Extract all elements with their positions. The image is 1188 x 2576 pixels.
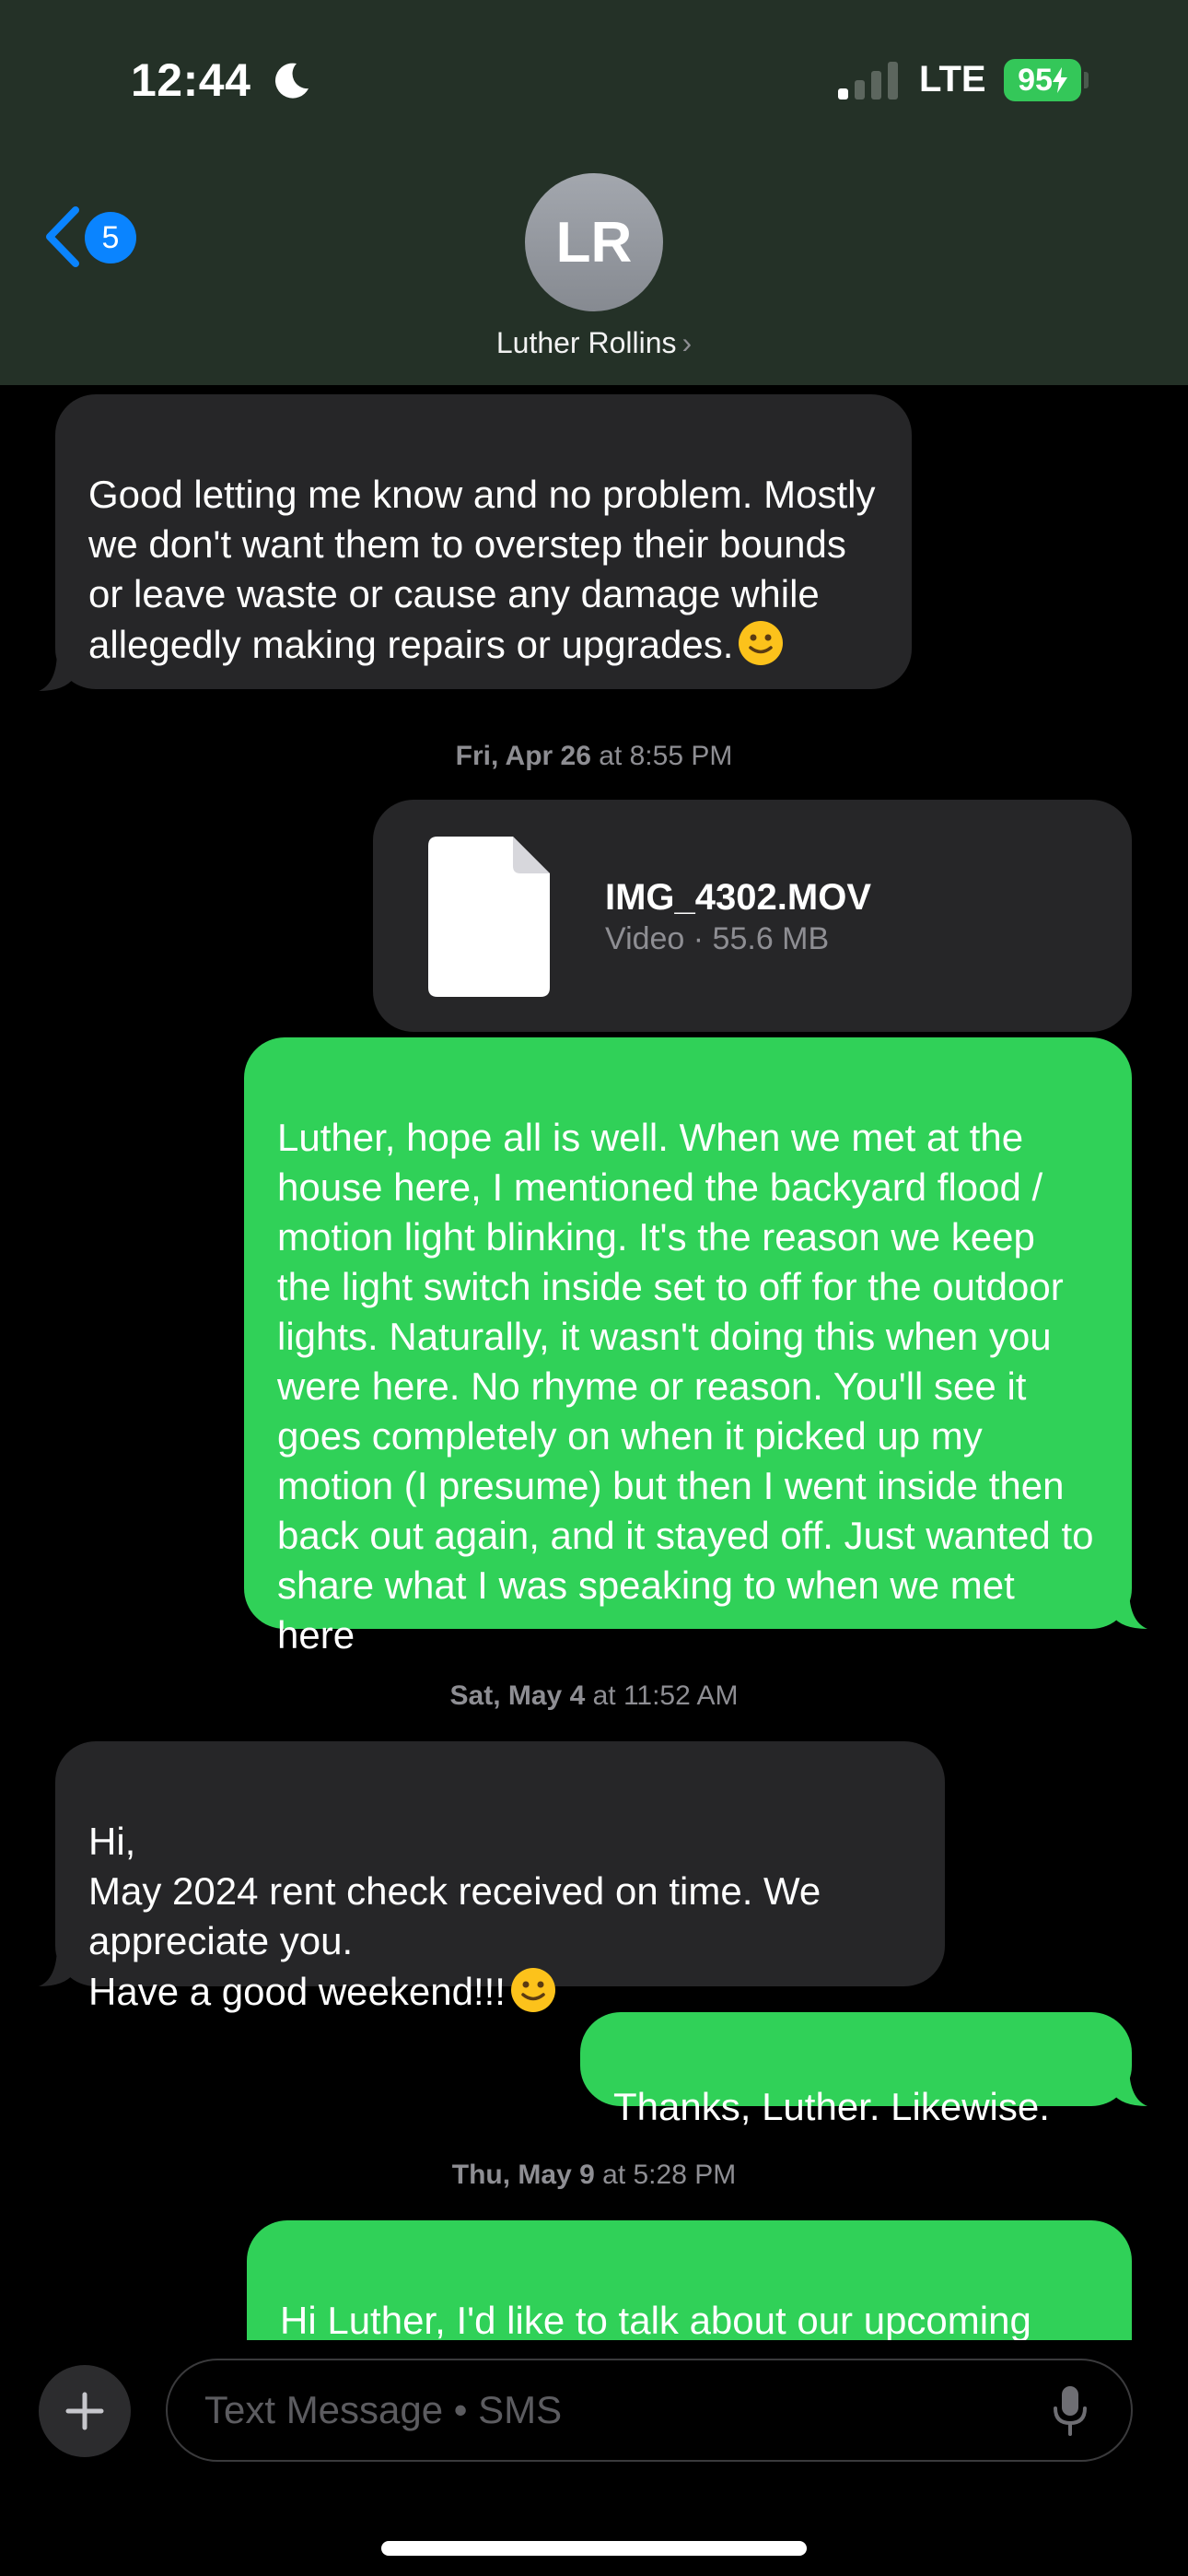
messages-screen: Good letting me know and no problem. Mos…	[0, 0, 1188, 2576]
moon-icon	[274, 63, 309, 99]
timestamp-time: at 11:52 AM	[592, 1680, 739, 1711]
file-meta: Video · 55.6 MB	[605, 921, 830, 956]
video-attachment[interactable]: IMG_4302.MOV Video · 55.6 MB	[373, 800, 1132, 1032]
contact-avatar[interactable]: LR	[525, 173, 663, 311]
timestamp-day: Fri, Apr 26	[455, 741, 591, 771]
battery-indicator: 95	[1004, 59, 1081, 101]
microphone-icon[interactable]	[1052, 2384, 1089, 2436]
timestamp-day: Sat, May 4	[449, 1680, 586, 1711]
chevron-left-icon	[46, 206, 79, 267]
apps-plus-button[interactable]	[39, 2365, 131, 2457]
message-input[interactable]: Text Message • SMS	[166, 2359, 1133, 2462]
contact-name-button[interactable]: Luther Rollins ›	[0, 326, 1188, 360]
outgoing-message[interactable]: Luther, hope all is well. When we met at…	[244, 1037, 1132, 1657]
incoming-tail-icon	[39, 1946, 74, 1986]
document-icon	[428, 837, 550, 997]
status-time: 12:44	[131, 54, 251, 106]
outgoing-tail-icon	[1112, 2066, 1147, 2106]
timestamp-time: at 8:55 PM	[599, 741, 733, 771]
file-name: IMG_4302.MOV	[605, 877, 872, 918]
incoming-message[interactable]: Good letting me know and no problem. Mos…	[55, 394, 912, 689]
conversation-header: 12:44 LTE 95 5 LR Luther Rollins ›	[0, 0, 1188, 385]
incoming-tail-icon	[39, 650, 74, 691]
network-type: LTE	[919, 59, 986, 100]
timestamp-time: at 5:28 PM	[602, 2160, 737, 2190]
incoming-message[interactable]: Hi, May 2024 rent check received on time…	[55, 1741, 945, 2013]
cellular-signal-icon	[838, 62, 898, 100]
charging-bolt-icon	[1052, 67, 1067, 93]
plus-icon	[65, 2392, 104, 2430]
outgoing-tail-icon	[1112, 1588, 1147, 1629]
unread-count-badge: 5	[85, 212, 136, 263]
smile-emoji-icon	[739, 621, 784, 665]
home-indicator[interactable]	[381, 2541, 807, 2556]
message-text: Hi, May 2024 rent check received on time…	[88, 1820, 821, 2013]
timestamp: Fri, Apr 26 at 8:55 PM	[0, 741, 1188, 772]
timestamp: Thu, May 9 at 5:28 PM	[0, 2160, 1188, 2191]
battery-level: 95	[1018, 62, 1053, 98]
message-text: Thanks, Luther. Likewise.	[613, 2085, 1050, 2128]
smile-emoji-icon	[510, 1968, 555, 2012]
timestamp-day: Thu, May 9	[451, 2160, 595, 2190]
message-text: Luther, hope all is well. When we met at…	[277, 1116, 1094, 1657]
chevron-right-icon: ›	[681, 326, 693, 359]
timestamp: Sat, May 4 at 11:52 AM	[0, 1680, 1188, 1712]
battery-cap	[1084, 72, 1089, 88]
message-input-placeholder: Text Message • SMS	[204, 2388, 563, 2431]
contact-name: Luther Rollins	[495, 326, 677, 359]
outgoing-message[interactable]: Thanks, Luther. Likewise.	[580, 2012, 1132, 2128]
back-button[interactable]: 5	[41, 201, 151, 275]
